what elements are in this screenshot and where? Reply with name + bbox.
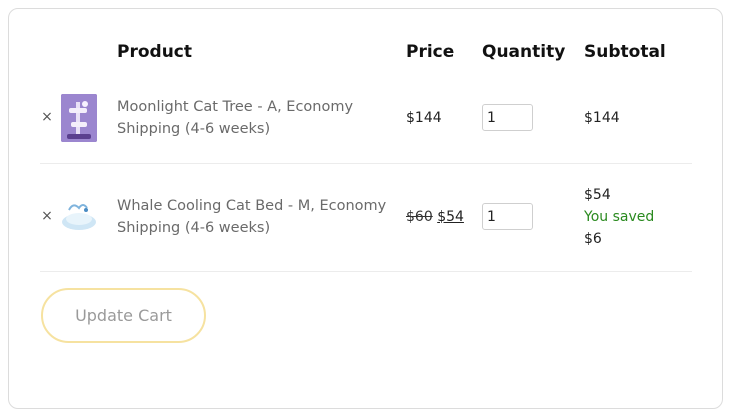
saved-label: You saved xyxy=(584,209,655,225)
quantity-input[interactable] xyxy=(482,203,533,230)
product-thumbnail[interactable] xyxy=(60,196,98,236)
header-price: Price xyxy=(406,42,455,62)
row-subtotal: $144 xyxy=(584,110,620,126)
remove-item-icon[interactable]: × xyxy=(40,110,54,124)
row-subtotal-block: $54 You saved $6 xyxy=(584,184,654,250)
product-thumbnail[interactable] xyxy=(61,94,97,142)
original-price: $60 xyxy=(406,209,433,225)
product-name-link[interactable]: Moonlight Cat Tree - A, Economy Shipping… xyxy=(117,96,397,140)
product-price: $144 xyxy=(406,110,442,126)
remove-item-icon[interactable]: × xyxy=(40,209,54,223)
row-divider xyxy=(40,163,692,164)
product-price: $60 $54 xyxy=(406,209,464,225)
header-subtotal: Subtotal xyxy=(584,42,666,62)
sale-price: $54 xyxy=(437,209,464,225)
product-name-link[interactable]: Whale Cooling Cat Bed - M, Economy Shipp… xyxy=(117,195,397,239)
header-product: Product xyxy=(117,42,192,62)
row-subtotal: $54 xyxy=(584,187,611,203)
quantity-input[interactable] xyxy=(482,104,533,131)
saved-amount: $6 xyxy=(584,231,602,247)
header-quantity: Quantity xyxy=(482,42,566,62)
row-divider xyxy=(40,271,692,272)
update-cart-button[interactable]: Update Cart xyxy=(41,288,206,343)
